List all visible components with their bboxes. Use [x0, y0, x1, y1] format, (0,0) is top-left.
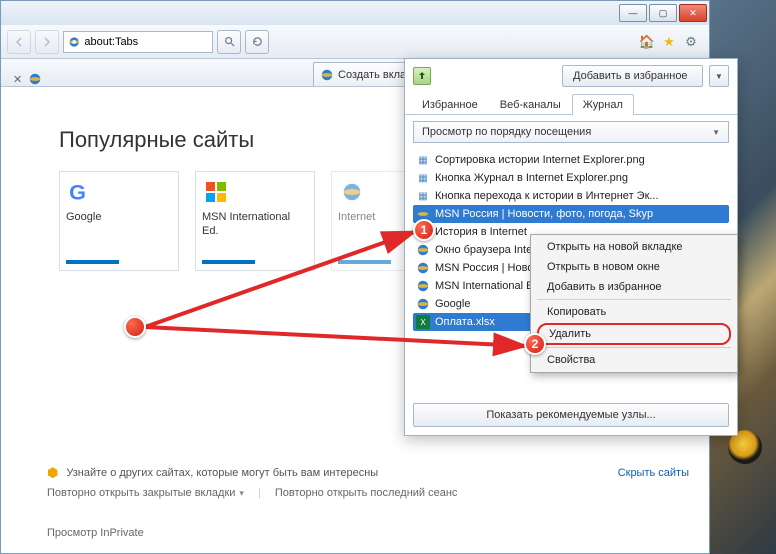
history-item-label: Кнопка перехода к истории в Интернет Эк.… — [435, 190, 659, 202]
history-item-label: MSN International E — [435, 280, 533, 292]
history-item-label: Кнопка Журнал в Internet Explorer.png — [435, 172, 628, 184]
history-item-label: Окно браузера Inte — [435, 244, 532, 256]
reopen-closed-tabs-link[interactable]: Повторно открыть закрытые вкладки ▾ — [47, 487, 244, 499]
pin-panel-button[interactable] — [413, 67, 431, 85]
ctx-separator — [537, 299, 731, 300]
window-minimize-button[interactable]: — — [619, 4, 647, 22]
tab-favorites[interactable]: Избранное — [411, 94, 489, 115]
history-item-label: MSN Россия | Ново — [435, 262, 533, 274]
history-item[interactable]: ▦ Сортировка истории Internet Explorer.pn… — [413, 151, 729, 169]
nav-forward-button[interactable] — [35, 30, 59, 54]
ie-icon — [68, 35, 80, 49]
annotation-marker-2: 2 — [524, 333, 546, 355]
address-input[interactable] — [84, 36, 208, 48]
discover-sites-text: Узнайте о других сайтах, которые могут б… — [66, 467, 378, 479]
annotation-origin-dot — [124, 316, 146, 338]
nav-back-button[interactable] — [7, 30, 31, 54]
history-item-selected[interactable]: MSN Россия | Новости, фото, погода, Skyp — [413, 205, 729, 223]
ctx-properties[interactable]: Свойства — [533, 350, 735, 370]
tab-history[interactable]: Журнал — [572, 94, 634, 115]
navigation-toolbar: 🏠 ★ ⚙ — [1, 25, 709, 59]
tile-label: Google — [66, 210, 172, 224]
annotation-marker-1: 1 — [413, 219, 435, 241]
sort-label: Просмотр по порядку посещения — [422, 126, 591, 138]
ie-icon — [320, 68, 334, 82]
new-tab-footer: ⬢ Узнайте о других сайтах, которые могут… — [47, 465, 689, 539]
ctx-open-new-tab[interactable]: Открыть на новой вкладке — [533, 237, 735, 257]
toolbar-icon-group: 🏠 ★ ⚙ — [639, 34, 699, 50]
ie-icon — [416, 279, 430, 293]
ctx-open-new-window[interactable]: Открыть в новом окне — [533, 257, 735, 277]
tile-accent-bar — [338, 260, 391, 264]
image-file-icon: ▦ — [416, 153, 430, 167]
history-item[interactable]: ▦ Кнопка перехода к истории в Интернет Эк… — [413, 187, 729, 205]
ie-icon — [338, 178, 366, 206]
search-button[interactable] — [217, 30, 241, 54]
history-item-label: Сортировка истории Internet Explorer.png — [435, 154, 645, 166]
favorites-tabs: Избранное Веб-каналы Журнал — [405, 93, 737, 115]
tile-accent-bar — [202, 260, 255, 264]
add-to-favorites-button[interactable]: Добавить в избранное — [562, 65, 703, 87]
site-tile-msn[interactable]: MSN International Ed. — [195, 171, 315, 271]
history-item-label: Оплата.xlsx — [435, 316, 495, 328]
msn-logo-icon — [202, 178, 230, 206]
site-tile-google[interactable]: G Google — [59, 171, 179, 271]
chevron-down-icon: ▾ — [239, 488, 244, 499]
window-titlebar: — ▢ ✕ — [1, 1, 709, 25]
tile-accent-bar — [66, 260, 119, 264]
show-recommended-button[interactable]: Показать рекомендуемые узлы... — [413, 403, 729, 427]
hide-sites-link[interactable]: Скрыть сайты — [618, 467, 689, 479]
ctx-delete[interactable]: Удалить — [537, 323, 731, 345]
ie-icon — [416, 297, 430, 311]
reopen-last-session-link[interactable]: Повторно открыть последний сеанс — [275, 487, 458, 499]
address-bar[interactable] — [63, 31, 213, 53]
history-item-label: Google — [435, 298, 470, 310]
window-maximize-button[interactable]: ▢ — [649, 4, 677, 22]
history-item-label: История в Internet — [435, 226, 527, 238]
tip-shield-icon: ⬢ — [47, 465, 58, 481]
favorites-star-icon[interactable]: ★ — [661, 34, 677, 50]
refresh-button[interactable] — [245, 30, 269, 54]
excel-file-icon: X — [416, 315, 430, 329]
history-sort-dropdown[interactable]: Просмотр по порядку посещения ▼ — [413, 121, 729, 143]
svg-text:G: G — [69, 180, 86, 205]
ie-icon — [416, 261, 430, 275]
history-item-label: MSN Россия | Новости, фото, погода, Skyp — [435, 208, 653, 220]
window-close-button[interactable]: ✕ — [679, 4, 707, 22]
ctx-copy[interactable]: Копировать — [533, 302, 735, 322]
tab-feeds[interactable]: Веб-каналы — [489, 94, 572, 115]
inprivate-link[interactable]: Просмотр InPrivate — [47, 527, 144, 539]
tile-label: MSN International Ed. — [202, 210, 308, 239]
add-favorites-dropdown-button[interactable]: ▼ — [709, 65, 729, 87]
ctx-add-favorite[interactable]: Добавить в избранное — [533, 277, 735, 297]
image-file-icon: ▦ — [416, 171, 430, 185]
tools-gear-icon[interactable]: ⚙ — [683, 34, 699, 50]
google-logo-icon: G — [66, 178, 94, 206]
ctx-separator — [537, 347, 731, 348]
history-item[interactable]: ▦ Кнопка Журнал в Internet Explorer.png — [413, 169, 729, 187]
close-all-tabs-icon[interactable]: ✕ — [13, 73, 22, 86]
chevron-down-icon: ▼ — [712, 128, 720, 137]
ie-icon — [28, 72, 42, 86]
history-context-menu: Открыть на новой вкладке Открыть в новом… — [530, 234, 738, 373]
image-file-icon: ▦ — [416, 189, 430, 203]
home-icon[interactable]: 🏠 — [639, 34, 655, 50]
ie-icon — [416, 243, 430, 257]
